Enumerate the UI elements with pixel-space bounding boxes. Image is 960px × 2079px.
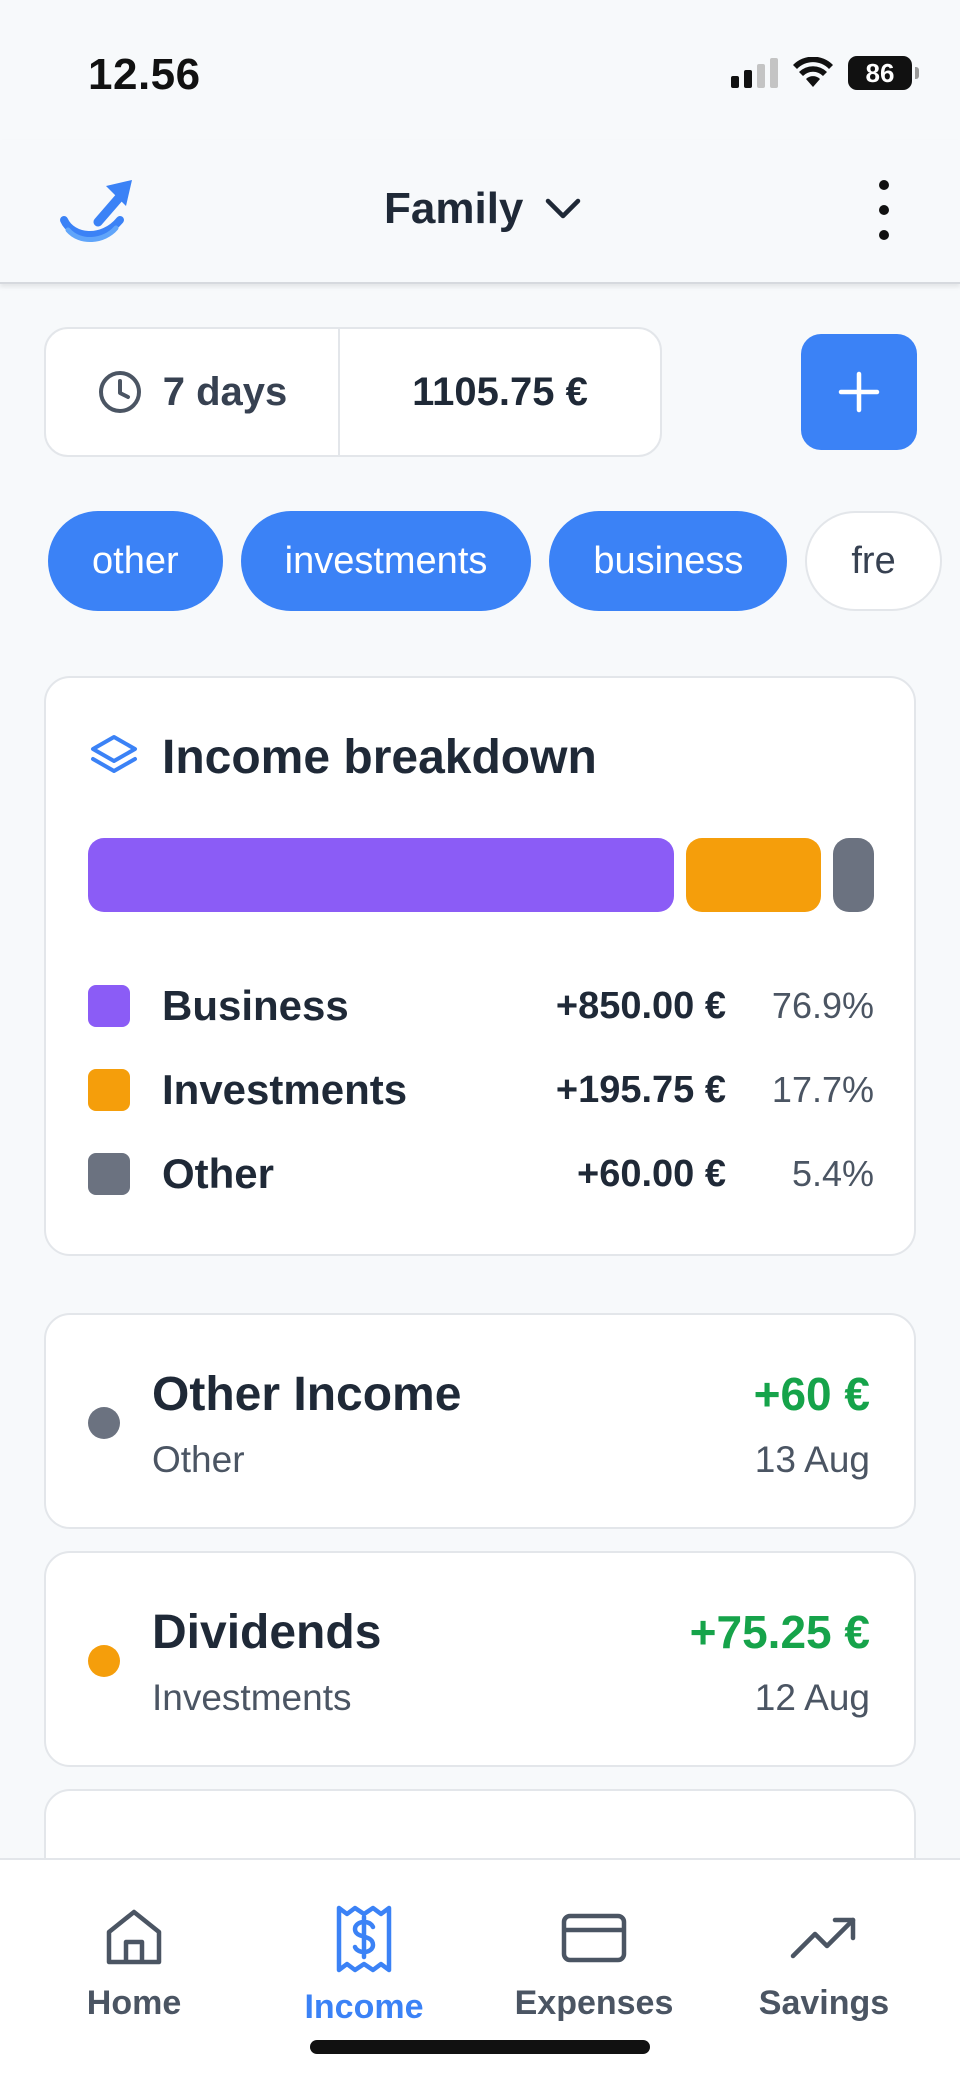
status-bar: 12.56 86 [0, 0, 960, 140]
breakdown-header: Income breakdown [88, 730, 597, 785]
cellular-signal-icon [731, 58, 778, 88]
filter-chip-business[interactable]: business [549, 511, 788, 611]
legend-percent: 76.9% [771, 985, 874, 1026]
transaction-item[interactable]: Other Income Other +60 € 13 Aug [44, 1313, 916, 1529]
legend-percent: 5.4% [791, 1153, 874, 1194]
battery-icon: 86 [848, 56, 919, 90]
credit-card-icon [561, 1913, 627, 1963]
group-selector-label: Family [384, 184, 524, 233]
breakdown-bar-business [88, 838, 674, 912]
legend-swatch [88, 1069, 130, 1111]
transaction-item[interactable]: Dividends Investments +75.25 € 12 Aug [44, 1551, 916, 1767]
filter-chip-partial[interactable]: fre [805, 511, 942, 611]
transaction-title: Dividends [152, 1606, 382, 1659]
transaction-title: Other Income [152, 1368, 462, 1421]
home-indicator[interactable] [310, 2040, 650, 2054]
breakdown-bar-investments [685, 838, 821, 912]
layers-icon [91, 734, 137, 773]
breakdown-row-other: Other +60.00 € 5.4% [88, 1144, 874, 1204]
nav-label: Savings [758, 1984, 890, 2022]
app-header: Family [0, 140, 960, 284]
chevron-down-icon [546, 198, 581, 219]
transaction-date: 13 Aug [754, 1439, 870, 1480]
total-amount-cell: 1105.75 € [340, 329, 660, 455]
nav-expenses[interactable]: Expenses [494, 1904, 694, 2023]
legend-amount: +850.00 € [555, 984, 726, 1027]
transaction-amount: +60 € [753, 1368, 870, 1420]
period-selector[interactable]: 7 days [46, 329, 340, 455]
nav-label: Expenses [514, 1984, 674, 2022]
period-summary: 7 days 1105.75 € [44, 327, 662, 457]
nav-label: Income [304, 1988, 424, 2026]
transaction-category: Other [152, 1439, 245, 1480]
total-amount: 1105.75 € [412, 369, 588, 414]
clock-icon [98, 371, 141, 413]
transaction-amount: +75.25 € [689, 1606, 870, 1658]
legend-name: Investments [162, 1066, 408, 1113]
category-filter-chips: other investments business fre [48, 511, 960, 613]
breakdown-row-investments: Investments +195.75 € 17.7% [88, 1060, 874, 1120]
breakdown-title: Income breakdown [162, 731, 597, 784]
legend-name: Other [162, 1150, 275, 1197]
filter-chip-other[interactable]: other [48, 511, 223, 611]
receipt-dollar-icon [336, 1905, 392, 1973]
legend-percent: 17.7% [771, 1069, 874, 1110]
category-dot [88, 1407, 120, 1439]
category-dot [88, 1645, 120, 1677]
nav-savings[interactable]: Savings [724, 1904, 924, 2023]
nav-label: Home [86, 1984, 182, 2022]
legend-name: Business [162, 982, 349, 1029]
battery-level: 86 [865, 57, 895, 88]
legend-swatch [88, 985, 130, 1027]
nav-home[interactable]: Home [34, 1904, 234, 2023]
add-income-button[interactable] [801, 334, 917, 450]
status-indicators: 86 [731, 56, 919, 90]
more-options-icon[interactable] [872, 180, 896, 240]
breakdown-row-business: Business +850.00 € 76.9% [88, 976, 874, 1036]
plus-icon [838, 371, 880, 413]
income-breakdown-card: Income breakdown Business +850.00 € 76.9… [44, 676, 916, 1256]
legend-amount: +60.00 € [577, 1152, 726, 1195]
transaction-category: Investments [152, 1677, 352, 1718]
home-icon [106, 1909, 162, 1965]
group-selector[interactable]: Family [384, 184, 581, 234]
breakdown-bar-other [832, 838, 874, 912]
transaction-date: 12 Aug [754, 1677, 870, 1718]
nav-income[interactable]: Income [264, 1904, 464, 2027]
legend-amount: +195.75 € [555, 1068, 726, 1111]
filter-chip-investments[interactable]: investments [240, 511, 532, 611]
legend-swatch [88, 1153, 130, 1195]
wifi-icon [793, 57, 833, 87]
status-time: 12.56 [88, 50, 201, 99]
app-logo-icon[interactable] [58, 176, 138, 246]
trending-up-icon [790, 1917, 856, 1959]
breakdown-bar [88, 838, 874, 912]
period-label: 7 days [162, 369, 288, 414]
